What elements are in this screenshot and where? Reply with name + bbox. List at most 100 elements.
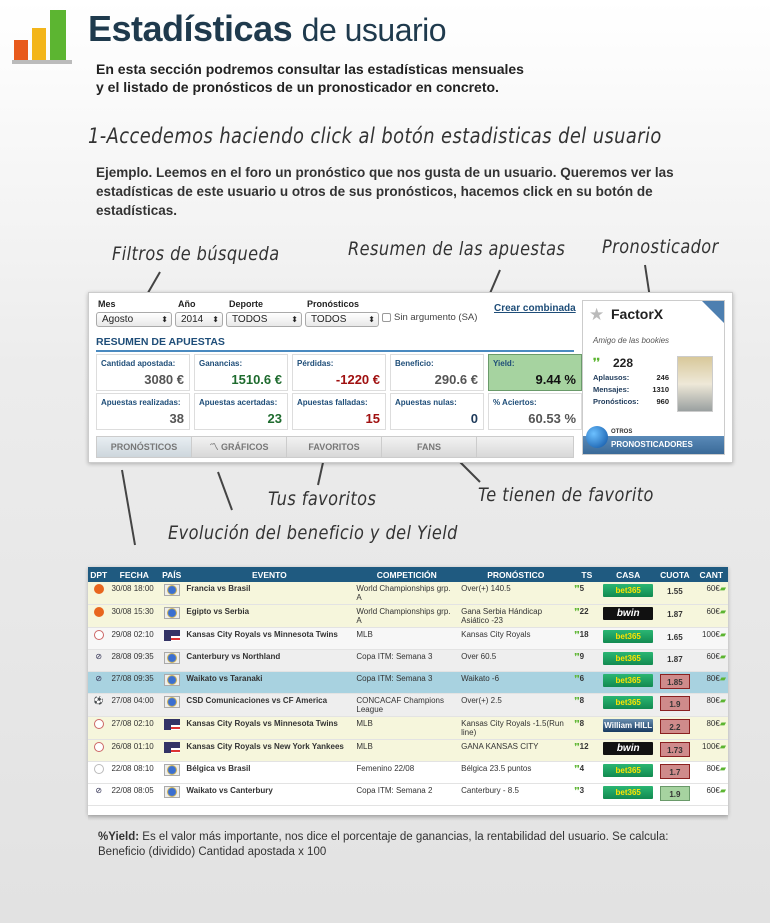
table-row[interactable]: 30/08 15:30 Egipto vs Serbia World Champ… <box>88 604 728 628</box>
summary-label: Cantidad apostada: <box>101 359 176 368</box>
deporte-select[interactable]: TODOS <box>226 312 302 327</box>
rugby-icon: ⊘ <box>88 649 110 672</box>
event-cell[interactable]: Kansas City Royals vs Minnesota Twins <box>184 627 355 650</box>
annotation-filters: Filtros de búsqueda <box>112 243 280 265</box>
basketball-icon <box>88 604 110 628</box>
bookmaker-logo[interactable]: bet365 <box>603 696 654 709</box>
competition-cell: Copa ITM: Semana 2 <box>354 783 460 806</box>
event-cell[interactable]: Kansas City Royals vs New York Yankees <box>184 739 355 762</box>
card-stat-value: 1310 <box>652 385 669 394</box>
summary-label: % Aciertos: <box>493 398 537 407</box>
tipster-card[interactable]: ★ FactorX Amigo de las bookies ❜❜ 228 Ap… <box>582 300 725 455</box>
bookmaker-logo[interactable]: William HILL <box>603 719 654 732</box>
ts-cell: ❜❜9 <box>572 649 602 672</box>
stake-cell: 80€▰ <box>694 693 728 717</box>
prediction-cell: Bélgica 23.5 puntos <box>459 761 573 784</box>
card-stat-label: Pronósticos: <box>593 397 639 406</box>
world-flag-icon <box>159 671 185 694</box>
tab-graficos[interactable]: 〽 GRÁFICOS <box>192 437 287 457</box>
sa-label: Sin argumento (SA) <box>394 312 478 323</box>
summary-value: 15 <box>365 411 380 426</box>
column-header[interactable]: CANT <box>694 567 728 582</box>
bookmaker-logo[interactable]: bet365 <box>603 630 654 643</box>
usa-flag-icon <box>159 627 185 650</box>
bookmaker-logo[interactable]: bet365 <box>603 674 654 687</box>
bookmaker-logo[interactable]: bwin <box>603 742 654 755</box>
crear-combinada-link[interactable]: Crear combinada <box>494 303 576 314</box>
event-cell[interactable]: Egipto vs Serbia <box>184 604 355 628</box>
tab-fans[interactable]: FANS <box>382 437 477 457</box>
tab-pronosticos[interactable]: PRONÓSTICOS <box>97 437 192 457</box>
competition-cell: MLB <box>354 739 460 762</box>
tab-favoritos[interactable]: FAVORITOS <box>287 437 382 457</box>
column-header[interactable]: COMPETICIÓN <box>354 567 460 582</box>
otros-label: OTROS <box>611 429 633 435</box>
summary-label: Apuestas realizadas: <box>101 398 181 407</box>
column-header[interactable]: CUOTA <box>655 567 695 582</box>
table-row[interactable]: 30/08 18:00 Francia vs Brasil World Cham… <box>88 582 728 605</box>
money-icon: ▰ <box>719 584 726 593</box>
date-cell: 27/08 02:10 <box>109 716 160 740</box>
column-header[interactable]: DPT <box>88 567 110 582</box>
table-row[interactable]: ⚽ 27/08 04:00 CSD Comunicaciones vs CF A… <box>88 693 728 717</box>
column-header[interactable]: CASA <box>601 567 656 582</box>
table-row[interactable]: 22/08 08:10 Bélgica vs Brasil Femenino 2… <box>88 761 728 784</box>
stats-panel: Mes Agosto Año 2014 Deporte TODOS Pronós… <box>88 292 733 463</box>
world-flag-icon <box>159 649 185 672</box>
event-cell[interactable]: Francia vs Brasil <box>184 582 355 605</box>
date-cell: 28/08 09:35 <box>109 649 160 672</box>
annotation-summary: Resumen de las apuestas <box>348 238 566 260</box>
column-header[interactable]: PAÍS <box>159 567 185 582</box>
table-row[interactable]: 29/08 02:10 Kansas City Royals vs Minnes… <box>88 627 728 650</box>
bookmaker-logo[interactable]: bet365 <box>603 652 654 665</box>
ts-cell: ❜❜8 <box>572 716 602 740</box>
predictions-table: DPT FECHA PAÍS EVENTO COMPETICIÓN PRONÓSTICO T… <box>88 567 728 815</box>
bookmaker-logo[interactable]: bet365 <box>603 584 654 597</box>
footer-note: %Yield: Es el valor más importante, nos … <box>98 830 718 860</box>
column-header[interactable]: PRONÓSTICO <box>459 567 573 582</box>
event-cell[interactable]: Bélgica vs Brasil <box>184 761 355 784</box>
table-row[interactable]: 27/08 02:10 Kansas City Royals vs Minnes… <box>88 716 728 740</box>
money-icon: ▰ <box>719 674 726 683</box>
column-header[interactable]: FECHA <box>109 567 160 582</box>
yield-explanation: Es el valor más importante, nos dice el … <box>98 831 669 858</box>
summary-value: 9.44 % <box>535 372 576 387</box>
pronosticos-select[interactable]: TODOS <box>305 312 379 327</box>
summary-value: 38 <box>169 411 184 426</box>
odds-cell: 1.85 <box>659 674 690 689</box>
column-header[interactable]: TS <box>572 567 602 582</box>
event-cell[interactable]: Waikato vs Taranaki <box>184 671 355 694</box>
table-row[interactable]: 26/08 01:10 Kansas City Royals vs New Yo… <box>88 739 728 762</box>
money-icon: ▰ <box>719 719 726 728</box>
table-row[interactable]: ⊘ 27/08 09:35 Waikato vs Taranaki Copa I… <box>88 671 728 694</box>
world-flag-icon <box>159 693 185 717</box>
summary-box: Apuestas falladas: 15 <box>292 393 386 430</box>
sa-checkbox[interactable] <box>382 313 391 322</box>
otros-pronosticadores-button[interactable]: OTROS PRONOSTICADORES <box>583 426 724 454</box>
date-cell: 27/08 09:35 <box>109 671 160 694</box>
tab-graficos-label: GRÁFICOS <box>221 442 269 452</box>
subtitle: En esta sección podremos consultar las e… <box>96 61 524 95</box>
ano-select[interactable]: 2014 <box>175 312 223 327</box>
basketball-icon <box>88 582 110 605</box>
event-cell[interactable]: Canterbury vs Northland <box>184 649 355 672</box>
column-header[interactable]: EVENTO <box>184 567 355 582</box>
summary-box: Beneficio: 290.6 € <box>390 354 484 391</box>
odds-cell: 1.9 <box>659 696 690 711</box>
tab-bar: PRONÓSTICOS 〽 GRÁFICOS FAVORITOS FANS <box>96 436 574 458</box>
summary-box: Pérdidas: -1220 € <box>292 354 386 391</box>
table-row[interactable]: ⊘ 22/08 08:05 Waikato vs Canterbury Copa… <box>88 783 728 806</box>
summary-value: 290.6 € <box>434 372 478 387</box>
annotation-evolution: Evolución del beneficio y del Yield <box>168 522 458 544</box>
event-cell[interactable]: Waikato vs Canterbury <box>184 783 355 806</box>
applause-icon: ❜❜ <box>593 357 601 369</box>
prediction-cell: Over(+) 2.5 <box>459 693 573 717</box>
bookmaker-logo[interactable]: bet365 <box>603 786 654 799</box>
bookmaker-logo[interactable]: bwin <box>603 607 654 620</box>
table-row[interactable]: ⊘ 28/08 09:35 Canterbury vs Northland Co… <box>88 649 728 672</box>
event-cell[interactable]: Kansas City Royals vs Minnesota Twins <box>184 716 355 740</box>
mes-select[interactable]: Agosto <box>96 312 172 327</box>
summary-label: Apuestas nulas: <box>395 398 457 407</box>
bookmaker-logo[interactable]: bet365 <box>603 764 654 777</box>
event-cell[interactable]: CSD Comunicaciones vs CF America <box>184 693 355 717</box>
